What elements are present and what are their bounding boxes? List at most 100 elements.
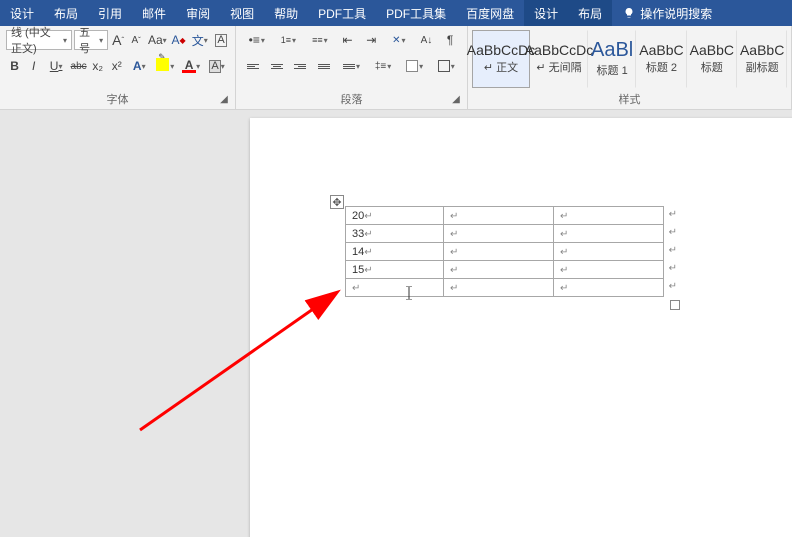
char-shading-button[interactable]: A▾ [205,56,229,76]
cell-mark-icon: ↵ [560,211,568,222]
tab-pdftools[interactable]: PDF工具 [308,0,376,26]
table-cell[interactable]: ↵↵ [554,207,664,225]
tab-view[interactable]: 视图 [220,0,264,26]
tab-help[interactable]: 帮助 [264,0,308,26]
style-sample: AaBbC [690,43,734,57]
table-cell[interactable]: ↵ [444,279,554,297]
multilevel-button[interactable]: ≡≡▾ [305,30,335,50]
table-resize-handle[interactable] [670,300,680,310]
style-name: 标题 2 [646,59,677,75]
row-end-mark-icon: ↵ [669,227,677,238]
distribute-button[interactable]: ▾ [337,56,367,76]
tab-pdftoolset[interactable]: PDF工具集 [376,0,456,26]
text-effects-button[interactable]: A▾ [127,56,151,76]
numbering-button[interactable]: 1≡▾ [274,30,304,50]
tab-references[interactable]: 引用 [88,0,132,26]
ribbon: 线 (中文正文) ▾ 五号 ▾ Aˆ Aˇ Aa▾ A◆ 文▾ A B I U▾… [0,26,792,110]
table-cell[interactable]: ↵↵ [554,279,664,297]
style-tile-1[interactable]: AaBbCcDc↵ 无间隔 [530,30,588,88]
style-tile-4[interactable]: AaBbC标题 [687,30,737,88]
table-row[interactable]: 33↵↵↵↵ [346,225,664,243]
style-sample: AaBl [591,40,633,60]
chevron-down-icon: ▾ [99,36,103,45]
table-cell[interactable]: ↵ [444,207,554,225]
group-font: 线 (中文正文) ▾ 五号 ▾ Aˆ Aˇ Aa▾ A◆ 文▾ A B I U▾… [0,26,236,109]
tab-mailings[interactable]: 邮件 [132,0,176,26]
grow-font-button[interactable]: Aˆ [110,30,126,50]
underline-button[interactable]: U▾ [44,56,68,76]
tab-layout-1[interactable]: 布局 [44,0,88,26]
shading-button[interactable]: ▾ [400,56,430,76]
font-dialog-launcher[interactable]: ◢ [217,93,231,107]
table-cell[interactable]: 14↵ [346,243,444,261]
line-spacing-button[interactable]: ‡≡▾ [368,56,398,76]
page[interactable]: ✥ 20↵↵↵↵33↵↵↵↵14↵↵↵↵15↵↵↵↵↵↵↵↵ [250,118,792,537]
table-cell[interactable]: 20↵ [346,207,444,225]
style-gallery: AaBbCcDc↵ 正文AaBbCcDc↵ 无间隔AaBl标题 1AaBbC标题… [472,30,785,88]
cell-mark-icon: ↵ [560,265,568,276]
font-name-combo[interactable]: 线 (中文正文) ▾ [6,30,72,50]
table-cell[interactable]: ↵ [444,225,554,243]
table-cell[interactable]: ↵↵ [554,225,664,243]
show-marks-button[interactable]: ¶ [439,30,461,50]
superscript-button[interactable]: x² [108,56,125,76]
sort-button[interactable]: A↓ [416,30,438,50]
font-size-value: 五号 [79,24,96,56]
font-name-value: 线 (中文正文) [11,24,60,56]
increase-indent-button[interactable]: ⇥ [360,30,382,50]
cell-mark-icon: ↵ [364,265,372,276]
style-name: ↵ 正文 [484,59,518,75]
tell-me-search[interactable]: 操作说明搜索 [612,0,722,26]
decrease-indent-button[interactable]: ⇤ [337,30,359,50]
highlight-button[interactable]: ✎ ▾ [153,56,177,76]
table-cell[interactable]: 33↵ [346,225,444,243]
document-area: ✥ 20↵↵↵↵33↵↵↵↵14↵↵↵↵15↵↵↵↵↵↵↵↵ [0,110,792,537]
style-tile-2[interactable]: AaBl 标题 1 [588,30,636,88]
tab-table-layout[interactable]: 布局 [568,0,612,26]
table-cell[interactable]: ↵ [346,279,444,297]
table-cell[interactable]: ↵↵ [554,261,664,279]
table-cell[interactable]: ↵ [444,243,554,261]
justify-button[interactable] [313,56,335,76]
align-center-button[interactable] [266,56,288,76]
table-move-handle[interactable]: ✥ [330,195,344,209]
bold-button[interactable]: B [6,56,23,76]
cell-mark-icon: ↵ [364,229,372,240]
subscript-button[interactable]: x₂ [89,56,106,76]
style-tile-0[interactable]: AaBbCcDc↵ 正文 [472,30,530,88]
borders-button[interactable]: ▾ [431,56,461,76]
table-cell[interactable]: ↵↵ [554,243,664,261]
tab-baidu[interactable]: 百度网盘 [456,0,524,26]
style-name: 标题 1 [597,62,628,78]
clear-format-button[interactable]: A◆ [171,30,187,50]
shrink-font-button[interactable]: Aˇ [128,30,144,50]
cell-text: 14 [352,246,364,258]
tab-review[interactable]: 审阅 [176,0,220,26]
align-right-button[interactable] [289,56,311,76]
phonetic-guide-button[interactable]: 文▾ [189,30,211,50]
table-row[interactable]: ↵↵↵↵ [346,279,664,297]
asian-layout-button[interactable]: ✕▾ [384,30,414,50]
table-row[interactable]: 20↵↵↵↵ [346,207,664,225]
word-table[interactable]: 20↵↵↵↵33↵↵↵↵14↵↵↵↵15↵↵↵↵↵↵↵↵ [345,206,664,297]
font-size-combo[interactable]: 五号 ▾ [74,30,108,50]
tab-table-design[interactable]: 设计 [524,0,568,26]
char-border-button[interactable]: A [213,30,229,50]
tab-design-1[interactable]: 设计 [0,0,44,26]
table-row[interactable]: 14↵↵↵↵ [346,243,664,261]
paragraph-dialog-launcher[interactable]: ◢ [449,93,463,107]
style-tile-5[interactable]: AaBbC副标题 [737,30,787,88]
table-row[interactable]: 15↵↵↵↵ [346,261,664,279]
font-color-button[interactable]: A ▾ [179,56,203,76]
table-cell[interactable]: ↵ [444,261,554,279]
tell-me-label: 操作说明搜索 [640,5,712,22]
align-left-button[interactable] [242,56,264,76]
cell-mark-icon: ↵ [450,283,458,294]
bullets-button[interactable]: •≡▾ [242,30,272,50]
strike-button[interactable]: abc [70,56,87,76]
italic-button[interactable]: I [25,56,42,76]
style-sample: AaBbCcDc [525,43,593,57]
style-tile-3[interactable]: AaBbC标题 2 [636,30,686,88]
table-cell[interactable]: 15↵ [346,261,444,279]
change-case-button[interactable]: Aa▾ [146,30,168,50]
